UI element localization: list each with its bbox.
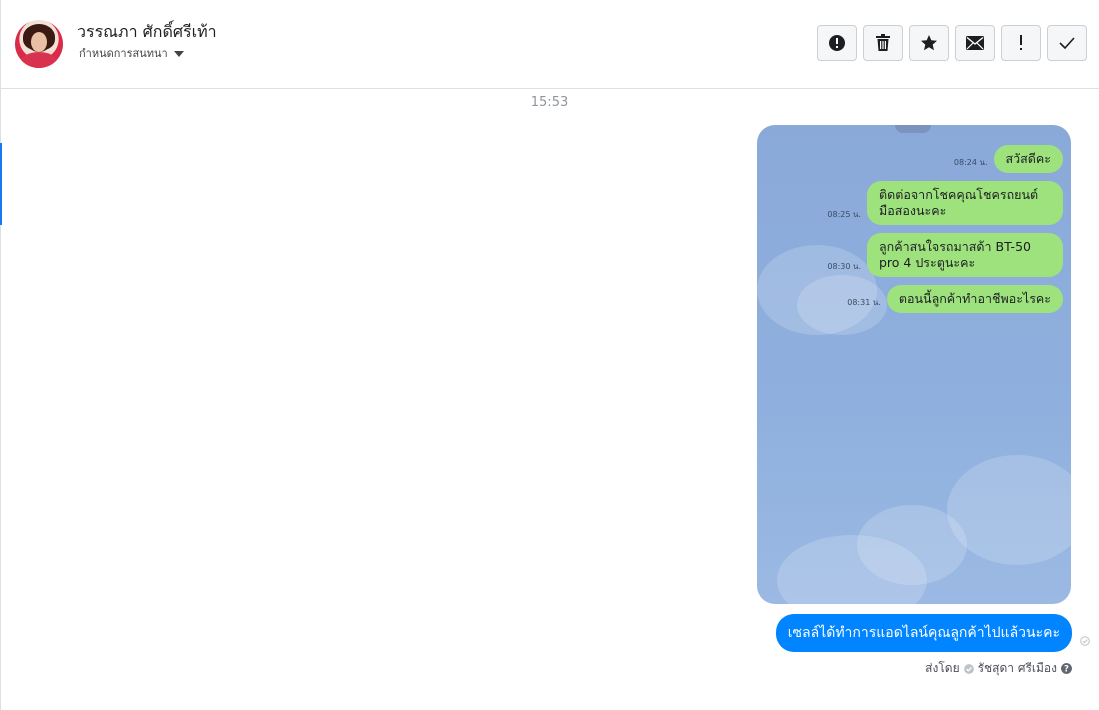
caret-down-icon [173, 51, 184, 57]
time-divider: 15:53 [530, 95, 569, 110]
svg-text:?: ? [1064, 665, 1069, 674]
sent-by-name[interactable]: รัชสุดา ศรีเมือง [978, 659, 1057, 678]
message-bubble: สวัสดีคะ [993, 145, 1063, 173]
star-button[interactable] [909, 25, 949, 61]
message-time: 08:24 น. [953, 158, 988, 167]
conversation-header: วรรณภา ศักดิ์ศรีเท้า กำหนดการสนทนา [1, 0, 1099, 89]
sent-by-info: ส่งโดย รัชสุดา ศรีเมือง ? [925, 659, 1072, 678]
sent-message-row: เซลล์ได้ทำการแอดไลน์คุณลูกค้าไปแล้วนะคะ [775, 614, 1072, 652]
message-bubble: ติดต่อจากโชคคุณโชครถยนต์มือสองนะคะ [867, 181, 1063, 225]
delete-button[interactable] [863, 25, 903, 61]
toolbar [817, 25, 1087, 61]
verified-check-icon [963, 663, 974, 674]
exclamation-icon [1020, 35, 1022, 50]
screenshot-message: 08:25 น. ติดต่อจากโชคคุณโชครถยนต์มือสองน… [827, 181, 1063, 225]
message-time: 08:30 น. [827, 262, 861, 271]
check-icon [1059, 37, 1075, 49]
message-time: 08:25 น. [827, 210, 861, 219]
trash-icon [876, 34, 890, 51]
screenshot-message: 08:30 น. ลูกค้าสนใจรถมาสด้า BT-50 pro 4 … [827, 233, 1063, 277]
screenshot-top-tab [895, 125, 931, 133]
chat-screenshot-image[interactable]: 08:24 น. สวัสดีคะ 08:25 น. ติดต่อจากโชคค… [757, 125, 1071, 604]
sent-message-bubble[interactable]: เซลล์ได้ทำการแอดไลน์คุณลูกค้าไปแล้วนะคะ [775, 614, 1072, 652]
envelope-icon [966, 36, 984, 50]
message-time: 08:31 น. [847, 298, 881, 307]
exclamation-circle-icon [829, 35, 845, 51]
screenshot-message: 08:31 น. ตอนนี้ลูกค้าทำอาชีพอะไรคะ [847, 285, 1063, 313]
follow-up-button[interactable] [1001, 25, 1041, 61]
mark-done-button[interactable] [1047, 25, 1087, 61]
contact-name[interactable]: วรรณภา ศักดิ์ศรีเท้า [77, 20, 217, 45]
screenshot-message: 08:24 น. สวัสดีคะ [954, 145, 1063, 173]
report-spam-button[interactable] [817, 25, 857, 61]
message-bubble: ตอนนี้ลูกค้าทำอาชีพอะไรคะ [886, 285, 1063, 313]
assign-label: กำหนดการสนทนา [79, 47, 168, 60]
left-accent [0, 143, 2, 225]
sent-by-label: ส่งโดย [925, 661, 960, 675]
assign-conversation-dropdown[interactable]: กำหนดการสนทนา [79, 44, 184, 62]
avatar[interactable] [15, 20, 63, 68]
mark-unread-button[interactable] [955, 25, 995, 61]
star-icon [921, 35, 937, 51]
help-question-icon[interactable]: ? [1061, 663, 1072, 674]
seen-check-icon [1080, 636, 1090, 646]
message-bubble: ลูกค้าสนใจรถมาสด้า BT-50 pro 4 ประตูนะคะ [867, 233, 1063, 277]
